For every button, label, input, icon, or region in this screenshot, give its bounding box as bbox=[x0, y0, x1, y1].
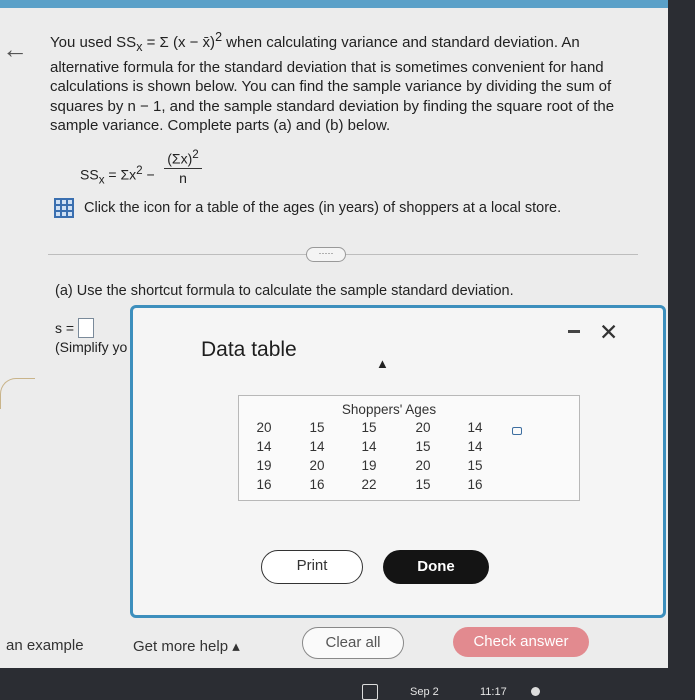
taskbar-time: 11:17 bbox=[480, 686, 507, 698]
table-cell: 20 bbox=[415, 420, 431, 435]
view-example-link[interactable]: an example bbox=[6, 637, 84, 654]
intro-text-3: when calculating variance and standard d… bbox=[222, 34, 580, 51]
shortcut-formula: SSx = Σx2 − (Σx)2 n bbox=[80, 148, 220, 188]
formula-numerator-sup: 2 bbox=[192, 148, 199, 161]
intro-sup: 2 bbox=[215, 30, 223, 44]
problem-page: ← You used SSx = Σ (x − x̄)2 when calcul… bbox=[0, 0, 668, 668]
table-cell: 14 bbox=[309, 439, 325, 454]
formula-ss: SS bbox=[80, 166, 99, 183]
intro-text-2: = Σ (x − x̄) bbox=[142, 34, 216, 51]
table-cell: 15 bbox=[415, 439, 431, 454]
table-cell: 16 bbox=[467, 477, 483, 492]
table-cell: 20 bbox=[415, 458, 431, 473]
get-more-help-button[interactable]: Get more help ▴ bbox=[133, 637, 240, 655]
table-cell: 16 bbox=[309, 477, 325, 492]
table-cell: 14 bbox=[467, 420, 483, 435]
expand-more-button[interactable]: ····· bbox=[306, 247, 346, 262]
mouse-cursor-icon: ▲ bbox=[376, 356, 389, 371]
table-cell: 15 bbox=[467, 458, 483, 473]
formula-minus: − bbox=[142, 166, 155, 183]
minimize-icon[interactable] bbox=[568, 330, 580, 333]
table-cell: 15 bbox=[309, 420, 325, 435]
table-cell: 14 bbox=[256, 439, 272, 454]
taskbar-date: Sep 2 bbox=[410, 686, 439, 698]
intro-text-1: You used SS bbox=[50, 34, 137, 51]
print-button[interactable]: Print bbox=[261, 550, 363, 584]
formula-lhs: SSx = Σx2 − bbox=[80, 164, 155, 186]
answer-input[interactable] bbox=[78, 318, 95, 338]
formula-sum-x: = Σx bbox=[104, 166, 137, 183]
modal-title: Data table bbox=[201, 338, 297, 361]
part-a-prompt: (a) Use the shortcut formula to calculat… bbox=[55, 283, 514, 299]
simplify-instruction: (Simplify yo bbox=[55, 339, 128, 355]
table-caption: Shoppers' Ages bbox=[341, 402, 437, 417]
table-grid-icon[interactable] bbox=[54, 198, 74, 218]
problem-intro: You used SSx = Σ (x − x̄)2 when calculat… bbox=[50, 28, 635, 136]
table-cell: 19 bbox=[361, 458, 377, 473]
table-cell: 20 bbox=[309, 458, 325, 473]
taskbar: Sep 2 11:17 bbox=[0, 676, 695, 700]
taskbar-app-icon[interactable] bbox=[362, 684, 378, 700]
copy-icon[interactable] bbox=[512, 427, 522, 435]
intro-text-rest: alternative formula for the standard dev… bbox=[50, 58, 615, 135]
data-table-modal: Data table ✕ ▲ Shoppers' Ages 20 15 15 20 14… bbox=[130, 305, 666, 618]
table-cell: 15 bbox=[415, 477, 431, 492]
left-decoration bbox=[0, 378, 35, 409]
shoppers-ages-table: Shoppers' Ages 20 15 15 20 14 14 14 14 15 14 19 20 1… bbox=[238, 395, 580, 501]
formula-denominator: n bbox=[179, 169, 187, 186]
data-table-link[interactable]: Click the icon for a table of the ages (… bbox=[54, 198, 561, 218]
check-answer-button[interactable]: Check answer bbox=[453, 627, 589, 657]
done-button[interactable]: Done bbox=[383, 550, 489, 584]
top-strip bbox=[0, 0, 668, 8]
table-cell: 16 bbox=[256, 477, 272, 492]
status-icon bbox=[531, 687, 540, 696]
s-label: s = bbox=[55, 320, 75, 336]
table-link-text: Click the icon for a table of the ages (… bbox=[84, 200, 562, 216]
table-cell: 19 bbox=[256, 458, 272, 473]
table-cell: 15 bbox=[361, 420, 377, 435]
formula-numerator-text: (Σx) bbox=[167, 150, 193, 167]
close-icon[interactable]: ✕ bbox=[599, 319, 618, 346]
answer-row: s = bbox=[55, 318, 95, 338]
clear-all-button[interactable]: Clear all bbox=[302, 627, 404, 659]
table-cell: 22 bbox=[361, 477, 377, 492]
formula-numerator: (Σx)2 bbox=[164, 148, 202, 169]
table-cell: 14 bbox=[467, 439, 483, 454]
back-arrow-icon[interactable]: ← bbox=[2, 34, 28, 65]
formula-fraction: (Σx)2 n bbox=[164, 148, 202, 186]
table-cell: 14 bbox=[361, 439, 377, 454]
table-cell: 20 bbox=[256, 420, 272, 435]
